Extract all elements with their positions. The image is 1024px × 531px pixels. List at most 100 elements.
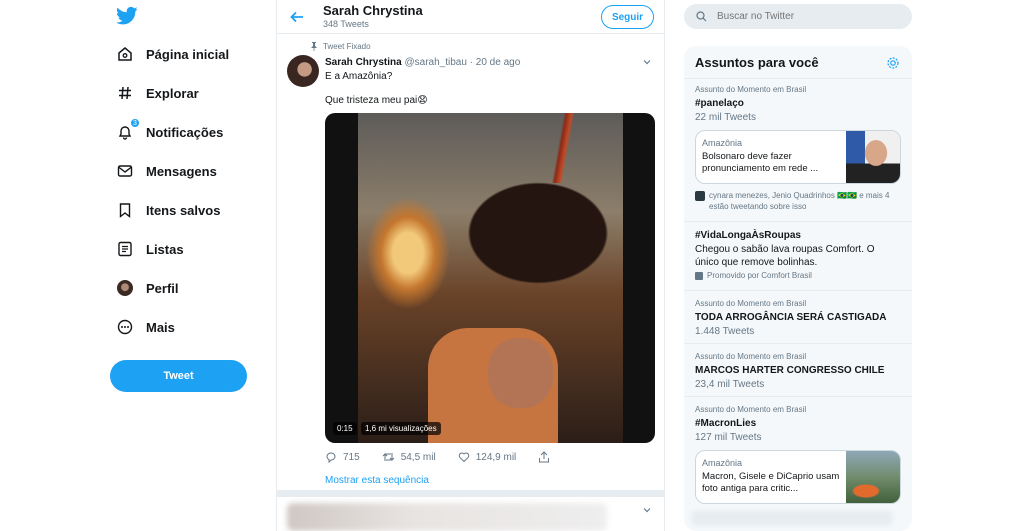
nav-profile[interactable]: Perfil [116, 274, 179, 302]
blurred-tweet [287, 503, 607, 531]
home-icon [116, 45, 134, 63]
video-duration: 0:15 [333, 422, 357, 435]
nav-notifications[interactable]: 3 Notificações [116, 118, 223, 146]
right-sidebar: Assuntos para você Assunto do Momento em… [684, 0, 912, 531]
trend-item[interactable]: Assunto do Momento em Brasil TODA ARROGÂ… [684, 290, 912, 343]
nav-label: Notificações [146, 124, 224, 140]
tweet-text: E a Amazônia? [325, 71, 393, 82]
like-count: 124,9 mil [475, 451, 517, 463]
profile-header: Sarah Chrystina 348 Tweets Seguir [277, 0, 664, 34]
card-category: Amazônia [702, 138, 743, 148]
pin-icon [311, 42, 317, 51]
share-button[interactable] [538, 451, 556, 463]
gear-icon[interactable] [886, 56, 900, 70]
nav-more[interactable]: Mais [116, 313, 175, 341]
card-image [846, 451, 900, 503]
blurred-row [692, 511, 892, 525]
nav-lists[interactable]: Listas [116, 235, 184, 263]
search-input[interactable] [717, 11, 897, 22]
card-text: Bolsonaro deve fazer pronunciamento em r… [702, 151, 819, 174]
pinned-text: Tweet Fixado [323, 42, 371, 51]
news-card[interactable]: Amazônia Bolsonaro deve fazer pronunciam… [695, 130, 901, 184]
trend-context: Assunto do Momento em Brasil [695, 352, 807, 361]
trend-name: TODA ARROGÂNCIA SERÁ CASTIGADA [695, 312, 887, 323]
nav-label: Mais [146, 319, 175, 335]
card-text: Macron, Gisele e DiCaprio usam foto anti… [702, 471, 840, 494]
video-frame [358, 113, 623, 443]
pinned-label: Tweet Fixado [310, 42, 371, 51]
retweet-icon [382, 453, 395, 461]
hashtag-icon [116, 84, 134, 102]
video-feathers [543, 113, 583, 183]
video-player[interactable]: 0:15 1,6 mi visualizações [325, 113, 655, 443]
trend-count: 127 mil Tweets [695, 432, 762, 443]
trend-context: Assunto do Momento em Brasil [695, 85, 807, 94]
trend-count: 22 mil Tweets [695, 112, 756, 123]
trend-name: MARCOS HARTER CONGRESSO CHILE [695, 365, 885, 376]
trend-count: 1.448 Tweets [695, 326, 755, 337]
like-button[interactable]: 124,9 mil [458, 451, 517, 463]
tweeting-about: cynara menezes, Jenio Quadrinhos 🇧🇷🇧🇷 e … [695, 190, 895, 212]
tweet-count: 348 Tweets [323, 19, 369, 29]
nav-label: Página inicial [146, 46, 230, 62]
reply-icon [326, 452, 336, 463]
twitter-logo-icon[interactable] [116, 6, 138, 26]
card-category: Amazônia [702, 458, 743, 468]
main-column: Sarah Chrystina 348 Tweets Seguir Tweet … [276, 0, 665, 531]
nav-label: Itens salvos [146, 202, 221, 218]
reply-button[interactable]: 715 [325, 451, 360, 463]
nav-home[interactable]: Página inicial [116, 40, 229, 68]
divider [277, 490, 664, 497]
trend-item[interactable]: Assunto do Momento em Brasil #panelaço 2… [684, 78, 912, 221]
retweet-count: 54,5 mil [400, 451, 436, 463]
search-icon [696, 11, 707, 22]
trend-name: #VidaLongaÀsRoupas [695, 230, 801, 241]
avatar[interactable] [287, 55, 319, 87]
chevron-down-icon[interactable] [642, 505, 652, 515]
chevron-down-icon[interactable] [642, 57, 652, 67]
news-card[interactable]: Amazônia Macron, Gisele e DiCaprio usam … [695, 450, 901, 504]
back-arrow-icon[interactable] [289, 9, 305, 25]
nav-label: Perfil [146, 280, 179, 296]
follow-button[interactable]: Seguir [601, 5, 654, 29]
promoted-text: Promovido por Comfort Brasil [707, 271, 812, 280]
trend-context: Assunto do Momento em Brasil [695, 299, 807, 308]
notification-badge: 3 [130, 118, 140, 128]
trend-item[interactable]: Assunto do Momento em Brasil MARCOS HART… [684, 343, 912, 396]
heart-icon [458, 452, 469, 463]
search-box[interactable] [684, 4, 912, 29]
author-handle-date: @sarah_tibau · 20 de ago [404, 57, 521, 68]
show-thread-link[interactable]: Mostrar esta sequência [325, 475, 429, 486]
list-icon [116, 240, 134, 258]
more-icon [116, 318, 134, 336]
video-face [488, 338, 553, 408]
card-image [846, 131, 900, 183]
nav-bookmarks[interactable]: Itens salvos [116, 196, 220, 224]
tweet-button[interactable]: Tweet [110, 360, 247, 392]
trend-count: 23,4 mil Tweets [695, 379, 765, 390]
trend-context: Assunto do Momento em Brasil [695, 405, 807, 414]
avatar [116, 279, 134, 297]
tweet-actions: 715 54,5 mil 124,9 mil [325, 451, 578, 463]
nav-label: Mensagens [146, 163, 217, 179]
retweet-button[interactable]: 54,5 mil [382, 451, 436, 463]
nav-label: Explorar [146, 85, 199, 101]
bell-icon: 3 [116, 118, 140, 141]
promoted-label: Promovido por Comfort Brasil [695, 271, 812, 280]
page-title: Sarah Chrystina [323, 3, 423, 18]
left-nav: Página inicial Explorar 3 Notificações M… [0, 0, 276, 531]
tweet-text: Que tristeza meu pai😧 [325, 95, 428, 106]
share-icon [539, 451, 550, 463]
nav-explore[interactable]: Explorar [116, 79, 199, 107]
mini-avatar [695, 191, 705, 201]
video-views: 1,6 mi visualizações [361, 422, 441, 435]
nav-label: Listas [146, 241, 184, 257]
trends-title: Assuntos para você [695, 55, 819, 70]
promoted-icon [695, 271, 703, 280]
nav-messages[interactable]: Mensagens [116, 157, 217, 185]
envelope-icon [116, 162, 134, 180]
trend-name: #MacronLies [695, 418, 757, 429]
tweeting-text: cynara menezes, Jenio Quadrinhos 🇧🇷🇧🇷 e … [709, 191, 890, 211]
trend-item-promoted[interactable]: #VidaLongaÀsRoupas Chegou o sabão lava r… [684, 221, 912, 290]
author-name[interactable]: Sarah Chrystina [325, 57, 402, 68]
